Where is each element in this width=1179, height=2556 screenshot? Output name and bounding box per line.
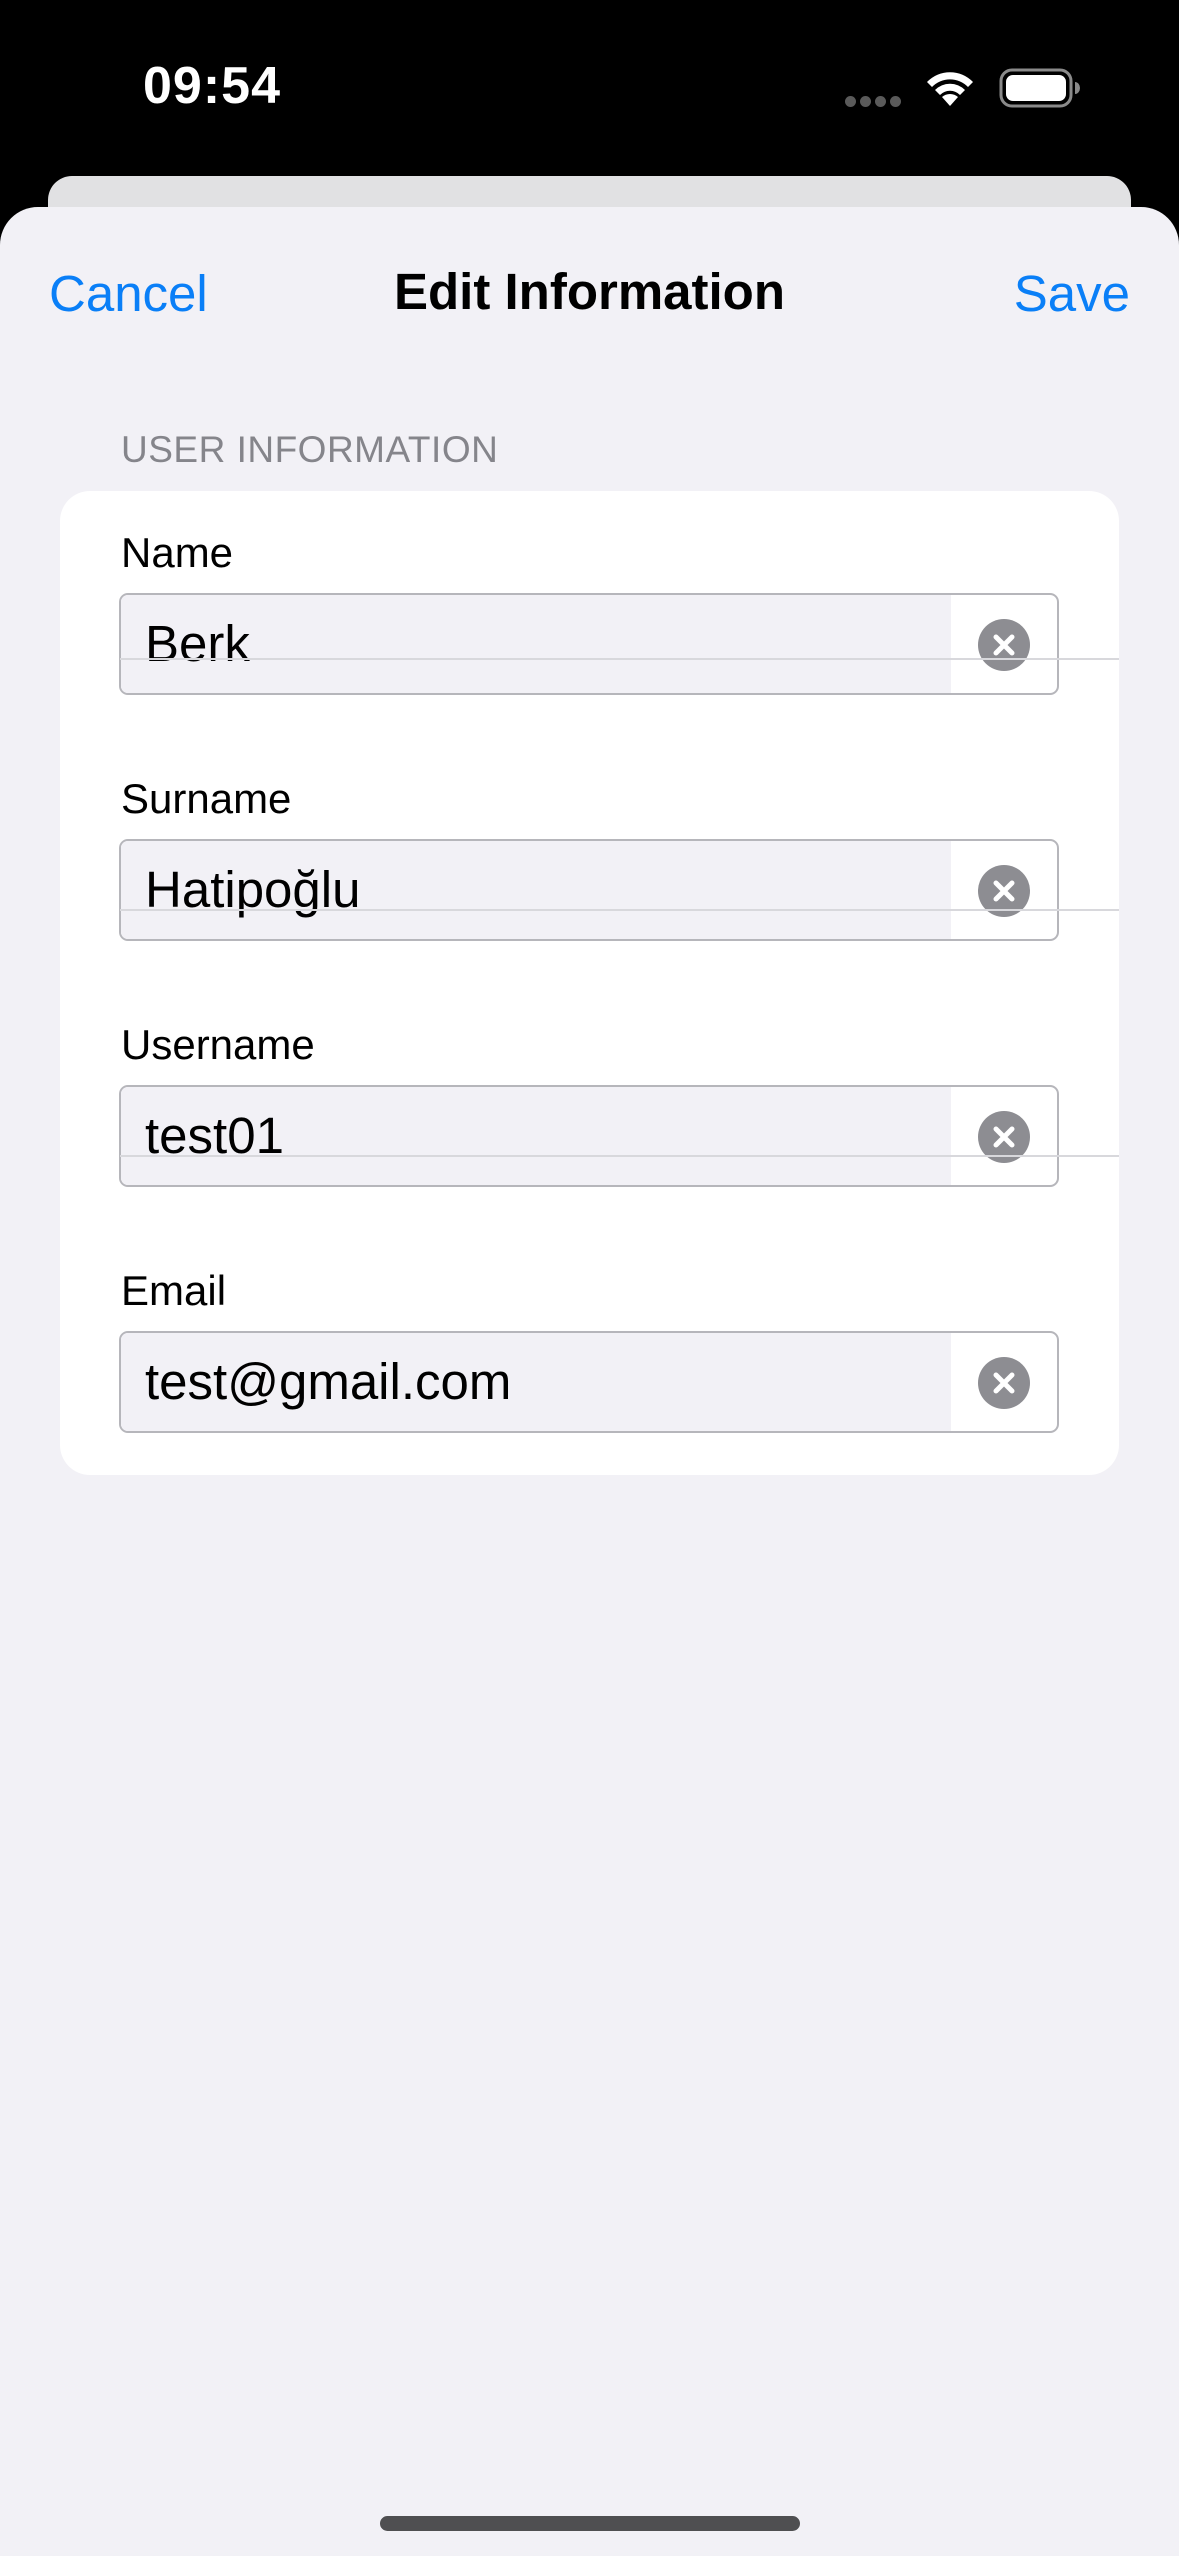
save-button[interactable]: Save	[1014, 264, 1130, 323]
email-field[interactable]	[119, 1331, 1059, 1433]
username-input[interactable]	[145, 1087, 925, 1185]
page-title: Edit Information	[394, 263, 785, 320]
email-row: Email	[60, 1229, 1119, 1475]
divider	[120, 1155, 1119, 1157]
username-field[interactable]	[119, 1085, 1059, 1187]
wifi-icon	[927, 72, 973, 106]
email-input[interactable]	[145, 1333, 925, 1431]
name-field[interactable]	[119, 593, 1059, 695]
field-label: Email	[121, 1267, 227, 1314]
name-input[interactable]	[145, 595, 925, 693]
field-label: Name	[121, 529, 234, 576]
surname-input[interactable]	[145, 841, 925, 939]
cellular-signal-icon	[845, 94, 905, 107]
field-label: Username	[121, 1021, 315, 1068]
surname-field[interactable]	[119, 839, 1059, 941]
divider	[120, 909, 1119, 911]
battery-icon	[999, 68, 1080, 108]
home-indicator[interactable]	[380, 2516, 800, 2531]
status-bar: 09:54	[0, 0, 1179, 180]
field-label: Surname	[121, 775, 292, 822]
surname-row: Surname	[60, 737, 1119, 983]
name-row: Name	[60, 491, 1119, 737]
username-row: Username	[60, 983, 1119, 1229]
clear-icon[interactable]	[978, 1357, 1030, 1409]
section-header: USER INFORMATION	[121, 429, 499, 470]
user-information-card: Name Surname	[60, 491, 1119, 1475]
clear-icon[interactable]	[978, 619, 1030, 671]
divider	[120, 658, 1119, 660]
status-time: 09:54	[143, 57, 281, 115]
edit-information-sheet: Cancel Edit Information Save USER INFORM…	[0, 207, 1179, 2556]
